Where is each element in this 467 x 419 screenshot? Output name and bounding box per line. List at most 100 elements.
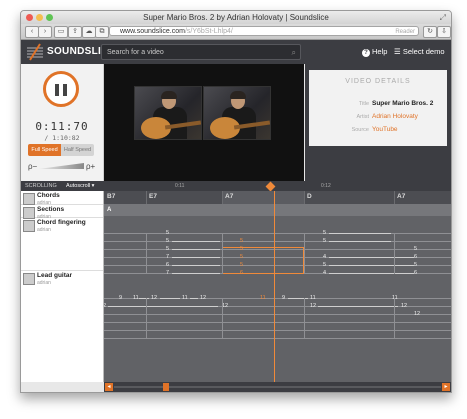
zoom-slider[interactable]	[38, 163, 84, 169]
video-details-heading: VIDEO DETAILS	[345, 78, 411, 85]
artist-link[interactable]: Adrian Holovaty	[372, 113, 418, 120]
fret-number: 12	[151, 295, 158, 301]
menu-icon: ☰	[394, 47, 403, 56]
horizontal-scrollbar[interactable]: ◂ ▸	[104, 382, 451, 392]
fret-number: 11	[133, 295, 139, 301]
source-link[interactable]: YouTube	[372, 126, 398, 133]
fret-number: 11	[260, 295, 266, 301]
fret-number: 4	[323, 254, 327, 260]
timeline-bar[interactable]: SCROLLING Autoscroll ▾ 0:11 0:12	[21, 181, 451, 191]
search-icon[interactable]: ⌕	[292, 45, 296, 61]
share-icon[interactable]: ⇪	[68, 26, 82, 38]
fret-number: 6	[240, 270, 244, 276]
select-demo-button[interactable]: ☰ Select demo	[394, 47, 445, 56]
help-button[interactable]: ? Help	[362, 47, 387, 57]
chord-label: A7	[225, 193, 234, 200]
fret-number: 12	[200, 295, 207, 301]
track-name: Sections	[37, 206, 65, 213]
detail-title-key: Title	[358, 101, 369, 107]
refresh-icon[interactable]: ↻	[423, 26, 437, 38]
section-label: A	[107, 207, 112, 213]
tabs-icon[interactable]: ⧉	[95, 26, 109, 38]
zoom-in-icon[interactable]: ρ+	[86, 162, 95, 171]
fret-number: 9	[282, 295, 286, 301]
duration: / 1:10:82	[44, 134, 80, 142]
window-titlebar: Super Mario Bros. 2 by Adrian Holovaty |…	[21, 11, 451, 24]
fret-number: 4	[323, 270, 327, 276]
minimize-window-icon[interactable]	[36, 14, 43, 21]
track-list: Chords adrian Sections adrian Chord fing…	[21, 191, 104, 382]
track-avatar	[23, 273, 35, 285]
track-name: Chords	[37, 192, 60, 199]
video-area[interactable]	[104, 64, 304, 181]
browser-toolbar: ‹ › ▭ ⇪ ☁ ⧉ www.soundslice.com/s/Y6bSt-L…	[21, 24, 451, 40]
notation-area[interactable]: B7 E7 A7 D A7 A 5 5 7 6 7 5 5 5 5 6 5 5 …	[104, 191, 451, 382]
fret-number: 5	[240, 262, 244, 268]
full-speed-button[interactable]: Full Speed	[28, 144, 61, 156]
track-avatar	[23, 220, 35, 232]
video-frame-left	[134, 86, 202, 140]
chord-label: D	[307, 193, 312, 200]
fullscreen-icon[interactable]: ⤢	[440, 11, 446, 24]
track-item[interactable]: Sections adrian	[21, 205, 103, 220]
half-speed-button[interactable]: Half Speed	[61, 144, 94, 156]
detail-title-value: Super Mario Bros. 2	[372, 100, 434, 107]
playhead-line	[274, 191, 275, 382]
tablature: 5 5 7 6 7 5 5 5 5 6 5 5 5 4 5 4 5 6 5 6 …	[104, 216, 451, 382]
pause-icon-bar	[63, 84, 67, 96]
chord-row: B7 E7 A7 D A7	[104, 191, 451, 205]
fret-number: 5	[323, 262, 327, 268]
fret-number: 5	[414, 246, 418, 252]
zoom-window-icon[interactable]	[46, 14, 53, 21]
help-icon: ?	[362, 49, 370, 57]
scroll-right-icon[interactable]: ▸	[442, 383, 450, 391]
current-measure-highlight	[222, 247, 304, 274]
fret-number: 5	[414, 262, 418, 268]
fret-number: 5	[240, 254, 244, 260]
window-title: Super Mario Bros. 2 by Adrian Holovaty |…	[143, 13, 329, 22]
current-time: 0:11:70	[35, 120, 89, 133]
fret-number: 11	[310, 295, 316, 301]
sidebar-icon[interactable]: ▭	[54, 26, 68, 38]
autoscroll-dropdown[interactable]: Autoscroll ▾	[66, 183, 94, 189]
cloud-icon[interactable]: ☁	[82, 26, 96, 38]
fret-number: 12	[414, 311, 421, 317]
scrolling-label: SCROLLING	[25, 183, 57, 189]
select-demo-label: Select demo	[402, 47, 445, 56]
scrollbar-thumb[interactable]	[163, 383, 169, 391]
downloads-icon[interactable]: ⇩	[437, 26, 451, 38]
time-tick: 0:12	[321, 183, 331, 189]
video-details-panel: VIDEO DETAILS Title Super Mario Bros. 2 …	[305, 64, 451, 181]
reader-button[interactable]: Reader	[395, 27, 415, 35]
track-item[interactable]: Lead guitar adrian	[21, 271, 103, 321]
video-frame-right	[203, 86, 271, 140]
track-item[interactable]: Chords adrian	[21, 191, 103, 206]
fret-number: 5	[166, 230, 170, 236]
fret-number: 5	[166, 246, 170, 252]
back-icon[interactable]: ‹	[25, 26, 39, 38]
fret-number: 12	[310, 303, 317, 309]
browser-window: Super Mario Bros. 2 by Adrian Holovaty |…	[20, 10, 452, 393]
address-bar[interactable]: www.soundslice.com/s/Y6bSt-Lhlp4/ Reader	[109, 26, 419, 36]
url-host: www.soundslice.com	[120, 28, 185, 35]
url-path: /s/Y6bSt-Lhlp4/	[184, 28, 233, 35]
fret-number: 5	[240, 246, 244, 252]
fret-number: 7	[166, 254, 170, 260]
track-name: Chord fingering	[37, 219, 86, 226]
close-window-icon[interactable]	[26, 14, 33, 21]
search-placeholder: Search for a video	[107, 49, 164, 56]
fret-number: 12	[401, 303, 408, 309]
fret-number: 2	[104, 303, 106, 309]
forward-icon[interactable]: ›	[38, 26, 52, 38]
detail-source-key: Source	[351, 127, 369, 133]
fret-number: 6	[414, 254, 418, 260]
track-item[interactable]: Chord fingering adrian	[21, 218, 103, 271]
player-controls: 0:11:70 / 1:10:82 Full Speed Half Speed …	[21, 64, 104, 181]
pause-button[interactable]	[43, 71, 79, 107]
scroll-left-icon[interactable]: ◂	[105, 383, 113, 391]
search-input[interactable]: Search for a video ⌕	[101, 44, 301, 60]
soundslice-logo-icon[interactable]	[27, 43, 43, 61]
fret-number: 7	[166, 270, 170, 276]
zoom-out-icon[interactable]: ρ−	[28, 162, 37, 171]
fret-number: 5	[323, 230, 327, 236]
